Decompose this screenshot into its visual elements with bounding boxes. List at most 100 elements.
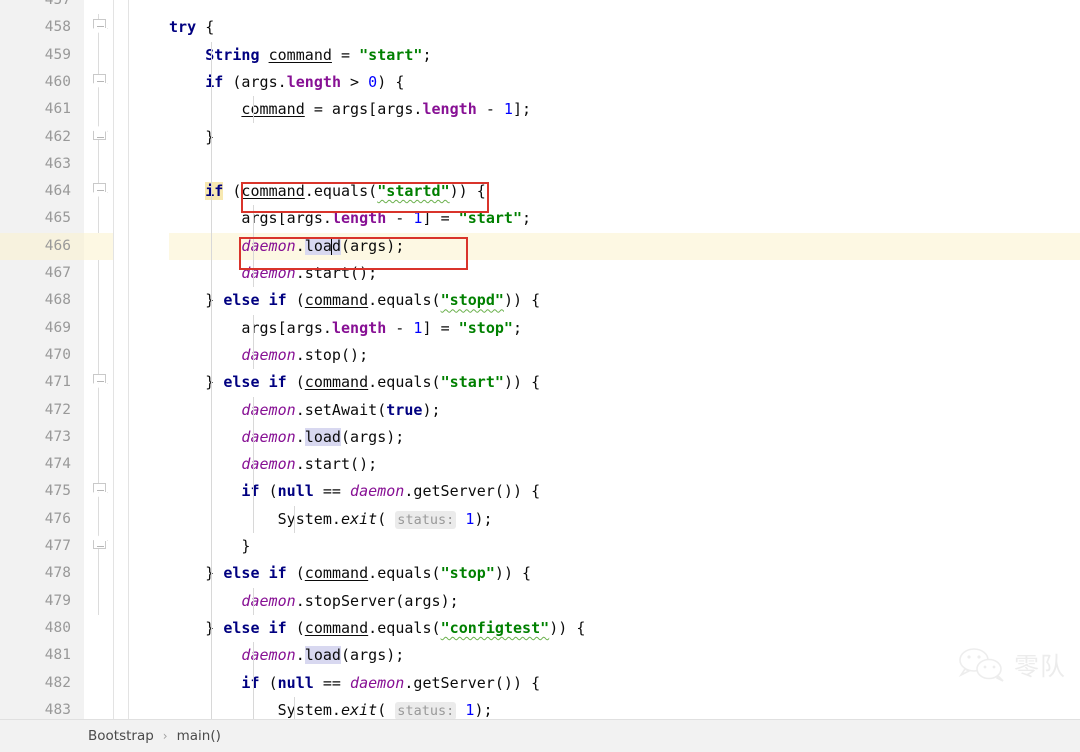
fold-collapse-icon[interactable] bbox=[93, 483, 106, 493]
identifier: args bbox=[404, 591, 441, 610]
code-line[interactable]: 482 if (null == daemon.getServer()) { bbox=[0, 670, 1080, 697]
code-text[interactable]: } bbox=[169, 533, 1080, 560]
breadcrumb-item-method[interactable]: main() bbox=[177, 728, 221, 744]
code-text[interactable]: if (null == daemon.getServer()) { bbox=[169, 478, 1080, 505]
code-text[interactable]: args[args.length - 1] = "stop"; bbox=[169, 315, 1080, 342]
fold-marker-cell[interactable] bbox=[84, 451, 113, 478]
fold-marker-cell[interactable] bbox=[84, 560, 113, 587]
fold-marker-cell[interactable] bbox=[84, 342, 113, 369]
fold-collapse-icon[interactable] bbox=[93, 19, 106, 29]
breadcrumb-item-class[interactable]: Bootstrap bbox=[88, 728, 154, 744]
code-line[interactable]: 464 if (command.equals("startd")) { bbox=[0, 178, 1080, 205]
fold-marker-cell[interactable] bbox=[84, 151, 113, 178]
identifier: args bbox=[377, 100, 414, 119]
fold-collapse-icon[interactable] bbox=[93, 183, 106, 193]
code-text[interactable]: daemon.setAwait(true); bbox=[169, 397, 1080, 424]
fold-marker-cell[interactable] bbox=[84, 588, 113, 615]
inlay-parameter-hint: status: bbox=[395, 510, 457, 529]
code-text[interactable]: command = args[args.length - 1]; bbox=[169, 96, 1080, 123]
code-line[interactable]: 461 command = args[args.length - 1]; bbox=[0, 96, 1080, 123]
fold-marker-cell[interactable] bbox=[84, 124, 113, 151]
fold-marker-cell[interactable] bbox=[84, 178, 113, 205]
code-line[interactable]: 479 daemon.stopServer(args); bbox=[0, 588, 1080, 615]
code-text[interactable]: System.exit( status: 1); bbox=[169, 697, 1080, 719]
code-text[interactable]: if (null == daemon.getServer()) { bbox=[169, 670, 1080, 697]
fold-marker-cell[interactable] bbox=[84, 533, 113, 560]
line-number: 465 bbox=[44, 210, 71, 227]
string-literal: "startd" bbox=[377, 182, 450, 201]
code-line[interactable]: 467 daemon.start(); bbox=[0, 260, 1080, 287]
code-line[interactable]: 483 System.exit( status: 1); bbox=[0, 697, 1080, 719]
code-text[interactable]: } else if (command.equals("start")) { bbox=[169, 369, 1080, 396]
fold-marker-cell[interactable] bbox=[84, 506, 113, 533]
code-text[interactable]: args[args.length - 1] = "start"; bbox=[169, 205, 1080, 232]
code-line[interactable]: 469 args[args.length - 1] = "stop"; bbox=[0, 315, 1080, 342]
code-line[interactable]: 460 if (args.length > 0) { bbox=[0, 69, 1080, 96]
code-text[interactable]: } bbox=[169, 124, 1080, 151]
code-text[interactable] bbox=[169, 151, 1080, 178]
code-line[interactable]: 457 bbox=[0, 0, 1080, 14]
code-line[interactable]: 477 } bbox=[0, 533, 1080, 560]
code-text[interactable]: if (command.equals("startd")) { bbox=[169, 178, 1080, 205]
code-text[interactable]: daemon.load(args); bbox=[169, 232, 1080, 260]
code-line[interactable]: 466 daemon.load(args); bbox=[0, 232, 1080, 260]
code-line[interactable]: 480 } else if (command.equals("configtes… bbox=[0, 615, 1080, 642]
code-text[interactable]: } else if (command.equals("stop")) { bbox=[169, 560, 1080, 587]
fold-marker-cell[interactable] bbox=[84, 69, 113, 96]
fold-marker-cell[interactable] bbox=[84, 205, 113, 232]
fold-marker-cell[interactable] bbox=[84, 232, 113, 260]
method-call-highlighted: load bbox=[304, 646, 341, 665]
code-line[interactable]: 476 System.exit( status: 1); bbox=[0, 506, 1080, 533]
fold-expand-icon[interactable] bbox=[93, 540, 106, 549]
code-text[interactable]: System.exit( status: 1); bbox=[169, 506, 1080, 533]
code-text[interactable]: } else if (command.equals("stopd")) { bbox=[169, 287, 1080, 314]
code-text[interactable]: daemon.load(args); bbox=[169, 642, 1080, 669]
fold-marker-cell[interactable] bbox=[84, 14, 113, 41]
fold-marker-cell[interactable] bbox=[84, 369, 113, 396]
keyword: if bbox=[268, 564, 287, 583]
code-text[interactable]: String command = "start"; bbox=[169, 42, 1080, 69]
code-line[interactable]: 470 daemon.stop(); bbox=[0, 342, 1080, 369]
code-text[interactable]: daemon.start(); bbox=[169, 260, 1080, 287]
code-line[interactable]: 468 } else if (command.equals("stopd")) … bbox=[0, 287, 1080, 314]
code-text[interactable]: daemon.stop(); bbox=[169, 342, 1080, 369]
code-line[interactable]: 474 daemon.start(); bbox=[0, 451, 1080, 478]
fold-marker-cell[interactable] bbox=[84, 0, 113, 14]
fold-collapse-icon[interactable] bbox=[93, 73, 106, 83]
code-text[interactable] bbox=[169, 0, 1080, 14]
code-text[interactable]: } else if (command.equals("configtest"))… bbox=[169, 615, 1080, 642]
fold-marker-cell[interactable] bbox=[84, 42, 113, 69]
code-line[interactable]: 472 daemon.setAwait(true); bbox=[0, 397, 1080, 424]
line-number: 460 bbox=[44, 73, 71, 90]
code-line[interactable]: 465 args[args.length - 1] = "start"; bbox=[0, 205, 1080, 232]
fold-marker-cell[interactable] bbox=[84, 478, 113, 505]
fold-marker-cell[interactable] bbox=[84, 697, 113, 719]
fold-marker-cell[interactable] bbox=[84, 424, 113, 451]
code-line[interactable]: 462 } bbox=[0, 124, 1080, 151]
fold-marker-cell[interactable] bbox=[84, 315, 113, 342]
code-text[interactable]: daemon.stopServer(args); bbox=[169, 588, 1080, 615]
code-editor[interactable]: 457 458 try {459 String command = "start";… bbox=[0, 0, 1080, 719]
fold-marker-cell[interactable] bbox=[84, 615, 113, 642]
fold-collapse-icon[interactable] bbox=[93, 374, 106, 384]
fold-marker-cell[interactable] bbox=[84, 397, 113, 424]
fold-marker-cell[interactable] bbox=[84, 96, 113, 123]
code-text[interactable]: daemon.start(); bbox=[169, 451, 1080, 478]
fold-marker-cell[interactable] bbox=[84, 260, 113, 287]
code-text[interactable]: if (args.length > 0) { bbox=[169, 69, 1080, 96]
code-text[interactable]: daemon.load(args); bbox=[169, 424, 1080, 451]
code-line[interactable]: 475 if (null == daemon.getServer()) { bbox=[0, 478, 1080, 505]
code-line[interactable]: 459 String command = "start"; bbox=[0, 42, 1080, 69]
code-line[interactable]: 473 daemon.load(args); bbox=[0, 424, 1080, 451]
fold-expand-icon[interactable] bbox=[93, 130, 106, 140]
fold-marker-cell[interactable] bbox=[84, 642, 113, 669]
fold-marker-cell[interactable] bbox=[84, 287, 113, 314]
code-line[interactable]: 471 } else if (command.equals("start")) … bbox=[0, 369, 1080, 396]
code-text[interactable]: try { bbox=[169, 14, 1080, 41]
fold-marker-cell[interactable] bbox=[84, 670, 113, 697]
code-line[interactable]: 478 } else if (command.equals("stop")) { bbox=[0, 560, 1080, 587]
code-line[interactable]: 458 try { bbox=[0, 14, 1080, 41]
code-line[interactable]: 481 daemon.load(args); bbox=[0, 642, 1080, 669]
line-number: 458 bbox=[44, 19, 71, 36]
code-line[interactable]: 463 bbox=[0, 151, 1080, 178]
